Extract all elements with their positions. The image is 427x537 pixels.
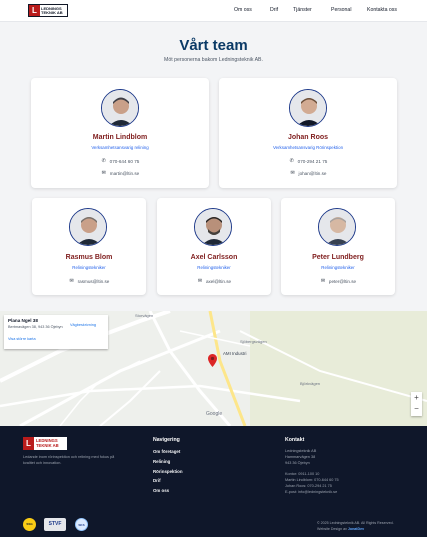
credit-prefix: Website Design av bbox=[317, 527, 348, 531]
nav-services[interactable]: Tjänster bbox=[293, 7, 312, 13]
email-icon: ✉ bbox=[290, 170, 295, 176]
team-card-peter: Peter Lundberg Reliningstekniker ✉ peter… bbox=[281, 198, 395, 295]
contact-email[interactable]: E-post: info@ledningsteknik.se bbox=[285, 490, 337, 494]
nav-contact[interactable]: Kontakta oss bbox=[367, 7, 397, 13]
member-name: Peter Lundberg bbox=[312, 254, 364, 261]
directions-link[interactable]: Vägbeskrivning bbox=[70, 323, 96, 327]
footer-description: Ledande inom rörinspektion och relining … bbox=[23, 455, 115, 465]
nav-drif[interactable]: Drif bbox=[270, 7, 278, 13]
avatar bbox=[289, 89, 327, 127]
footer-link-inspection[interactable]: Rörinspektion bbox=[153, 469, 183, 474]
member-email[interactable]: ✉ johan@ltin.se bbox=[219, 170, 397, 176]
phone-text: 070-644 60 75 bbox=[109, 158, 140, 164]
credit-line: Website Design av JonatDev bbox=[317, 527, 364, 531]
logo-text: LEDNINGS TEKNIK AB bbox=[36, 438, 59, 448]
contact-office-phone[interactable]: Kontor: 0911-100 10 bbox=[285, 472, 319, 476]
footer-contact-heading: Kontakt bbox=[285, 437, 305, 443]
member-role: Reliningstekniker bbox=[321, 265, 355, 270]
member-email[interactable]: ✉ peter@ltin.se bbox=[281, 278, 395, 284]
zoom-in-button[interactable]: + bbox=[411, 392, 422, 403]
member-email[interactable]: ✉ martin@ltin.se bbox=[31, 170, 209, 176]
footer-logo[interactable]: L LEDNINGS TEKNIK AB bbox=[23, 437, 67, 450]
footer-nav-heading: Navigering bbox=[153, 437, 180, 443]
footer-link-relining[interactable]: Relining bbox=[153, 459, 170, 464]
member-phone[interactable]: ✆ 070-294 21 75 bbox=[219, 158, 397, 164]
map-pin-icon[interactable] bbox=[208, 354, 217, 367]
pin-label: AMI Industri bbox=[223, 351, 247, 356]
top-navigation-bar: L LEDNINGS TEKNIK AB Om oss Drif Tjänste… bbox=[0, 0, 427, 22]
member-email[interactable]: ✉ rasmus@ltin.se bbox=[32, 278, 146, 284]
map-info-popup: Plana Ngel 38 Bertmavägen 38, 943 36 Öje… bbox=[4, 315, 108, 349]
zoom-controls: + − bbox=[411, 392, 422, 416]
footer-link-about[interactable]: Om oss bbox=[153, 488, 169, 493]
team-subtitle: Möt personerna bakom Ledningsteknik AB. bbox=[164, 57, 263, 63]
avatar bbox=[318, 208, 356, 246]
street-label: Storvägen bbox=[135, 313, 154, 318]
member-name: Johan Roos bbox=[287, 134, 329, 141]
contact-street: Hammarvägen 38 bbox=[285, 455, 316, 459]
contact-city: 943 36 Öjebyn bbox=[285, 461, 310, 465]
zoom-out-button[interactable]: − bbox=[411, 403, 422, 414]
member-name: Martin Lindblom bbox=[92, 134, 148, 141]
nav-personnel[interactable]: Personal bbox=[331, 7, 351, 13]
company-logo[interactable]: L LEDNINGS TEKNIK AB bbox=[28, 4, 68, 17]
contact-johan-phone[interactable]: Johan Roos: 070-294 21 75 bbox=[285, 484, 332, 488]
phone-icon: ✆ bbox=[101, 158, 106, 164]
member-email[interactable]: ✉ axel@ltin.se bbox=[157, 278, 271, 284]
member-role: Verksamhetsansvarig relining bbox=[91, 145, 149, 150]
credit-link[interactable]: JonatDev bbox=[348, 527, 364, 531]
email-text: rasmus@ltin.se bbox=[77, 278, 110, 284]
street-label: Sjöbergsvägen bbox=[240, 339, 267, 344]
certification-badge-ssg: SSG bbox=[23, 518, 36, 531]
avatar bbox=[69, 208, 107, 246]
nav-about[interactable]: Om oss bbox=[234, 7, 252, 13]
contact-company: Ledningsteknik AB bbox=[285, 449, 317, 453]
copyright-text: © 2025 Ledningsteknik AB. All Rights Res… bbox=[317, 521, 394, 525]
popup-title: Plana Ngel 38 bbox=[8, 318, 38, 323]
team-card-axel: Axel Carlsson Reliningstekniker ✉ axel@l… bbox=[157, 198, 271, 295]
footer-link-company[interactable]: Om företaget bbox=[153, 449, 180, 454]
avatar bbox=[194, 208, 232, 246]
popup-address: Bertmavägen 38, 943 36 Öjebyn bbox=[8, 325, 63, 329]
member-role: Reliningstekniker bbox=[72, 265, 106, 270]
certification-badge-sks: SKS bbox=[75, 518, 88, 531]
contact-martin-phone[interactable]: Martin Lindblom: 070-644 60 75 bbox=[285, 478, 339, 482]
footer-link-drif[interactable]: Drif bbox=[153, 478, 161, 483]
email-text: martin@ltin.se bbox=[109, 170, 140, 176]
team-card-martin: Martin Lindblom Verksamhetsansvarig reli… bbox=[31, 78, 209, 188]
email-text: peter@ltin.se bbox=[328, 278, 357, 284]
phone-icon: ✆ bbox=[289, 158, 294, 164]
phone-text: 070-294 21 75 bbox=[297, 158, 328, 164]
email-text: axel@ltin.se bbox=[205, 278, 232, 284]
logo-mark: L bbox=[29, 5, 40, 16]
google-label: Google bbox=[206, 411, 223, 417]
email-icon: ✉ bbox=[69, 278, 74, 284]
team-card-rasmus: Rasmus Blom Reliningstekniker ✉ rasmus@l… bbox=[32, 198, 146, 295]
embedded-map[interactable]: Plana Ngel 38 Bertmavägen 38, 943 36 Öje… bbox=[0, 311, 427, 426]
avatar bbox=[101, 89, 139, 127]
member-name: Rasmus Blom bbox=[65, 254, 113, 261]
member-phone[interactable]: ✆ 070-644 60 75 bbox=[31, 158, 209, 164]
email-icon: ✉ bbox=[197, 278, 203, 284]
member-name: Axel Carlsson bbox=[190, 254, 238, 261]
team-title: Vårt team bbox=[179, 37, 248, 54]
logo-text: LEDNINGS TEKNIK AB bbox=[41, 5, 63, 15]
logo-mark: L bbox=[23, 437, 34, 450]
member-role: Verksamhetsansvarig Rörinspektion bbox=[272, 145, 344, 150]
site-footer: L LEDNINGS TEKNIK AB Ledande inom rörins… bbox=[0, 426, 427, 537]
member-role: Reliningstekniker bbox=[197, 265, 231, 270]
street-label: Björkvägen bbox=[300, 381, 321, 386]
larger-map-link[interactable]: Visa större karta bbox=[8, 337, 36, 341]
email-icon: ✉ bbox=[101, 170, 106, 176]
email-text: johan@ltin.se bbox=[298, 170, 327, 176]
email-icon: ✉ bbox=[320, 278, 326, 284]
certification-badge-stvf: STVF bbox=[44, 518, 66, 531]
team-card-johan: Johan Roos Verksamhetsansvarig Rörinspek… bbox=[219, 78, 397, 188]
